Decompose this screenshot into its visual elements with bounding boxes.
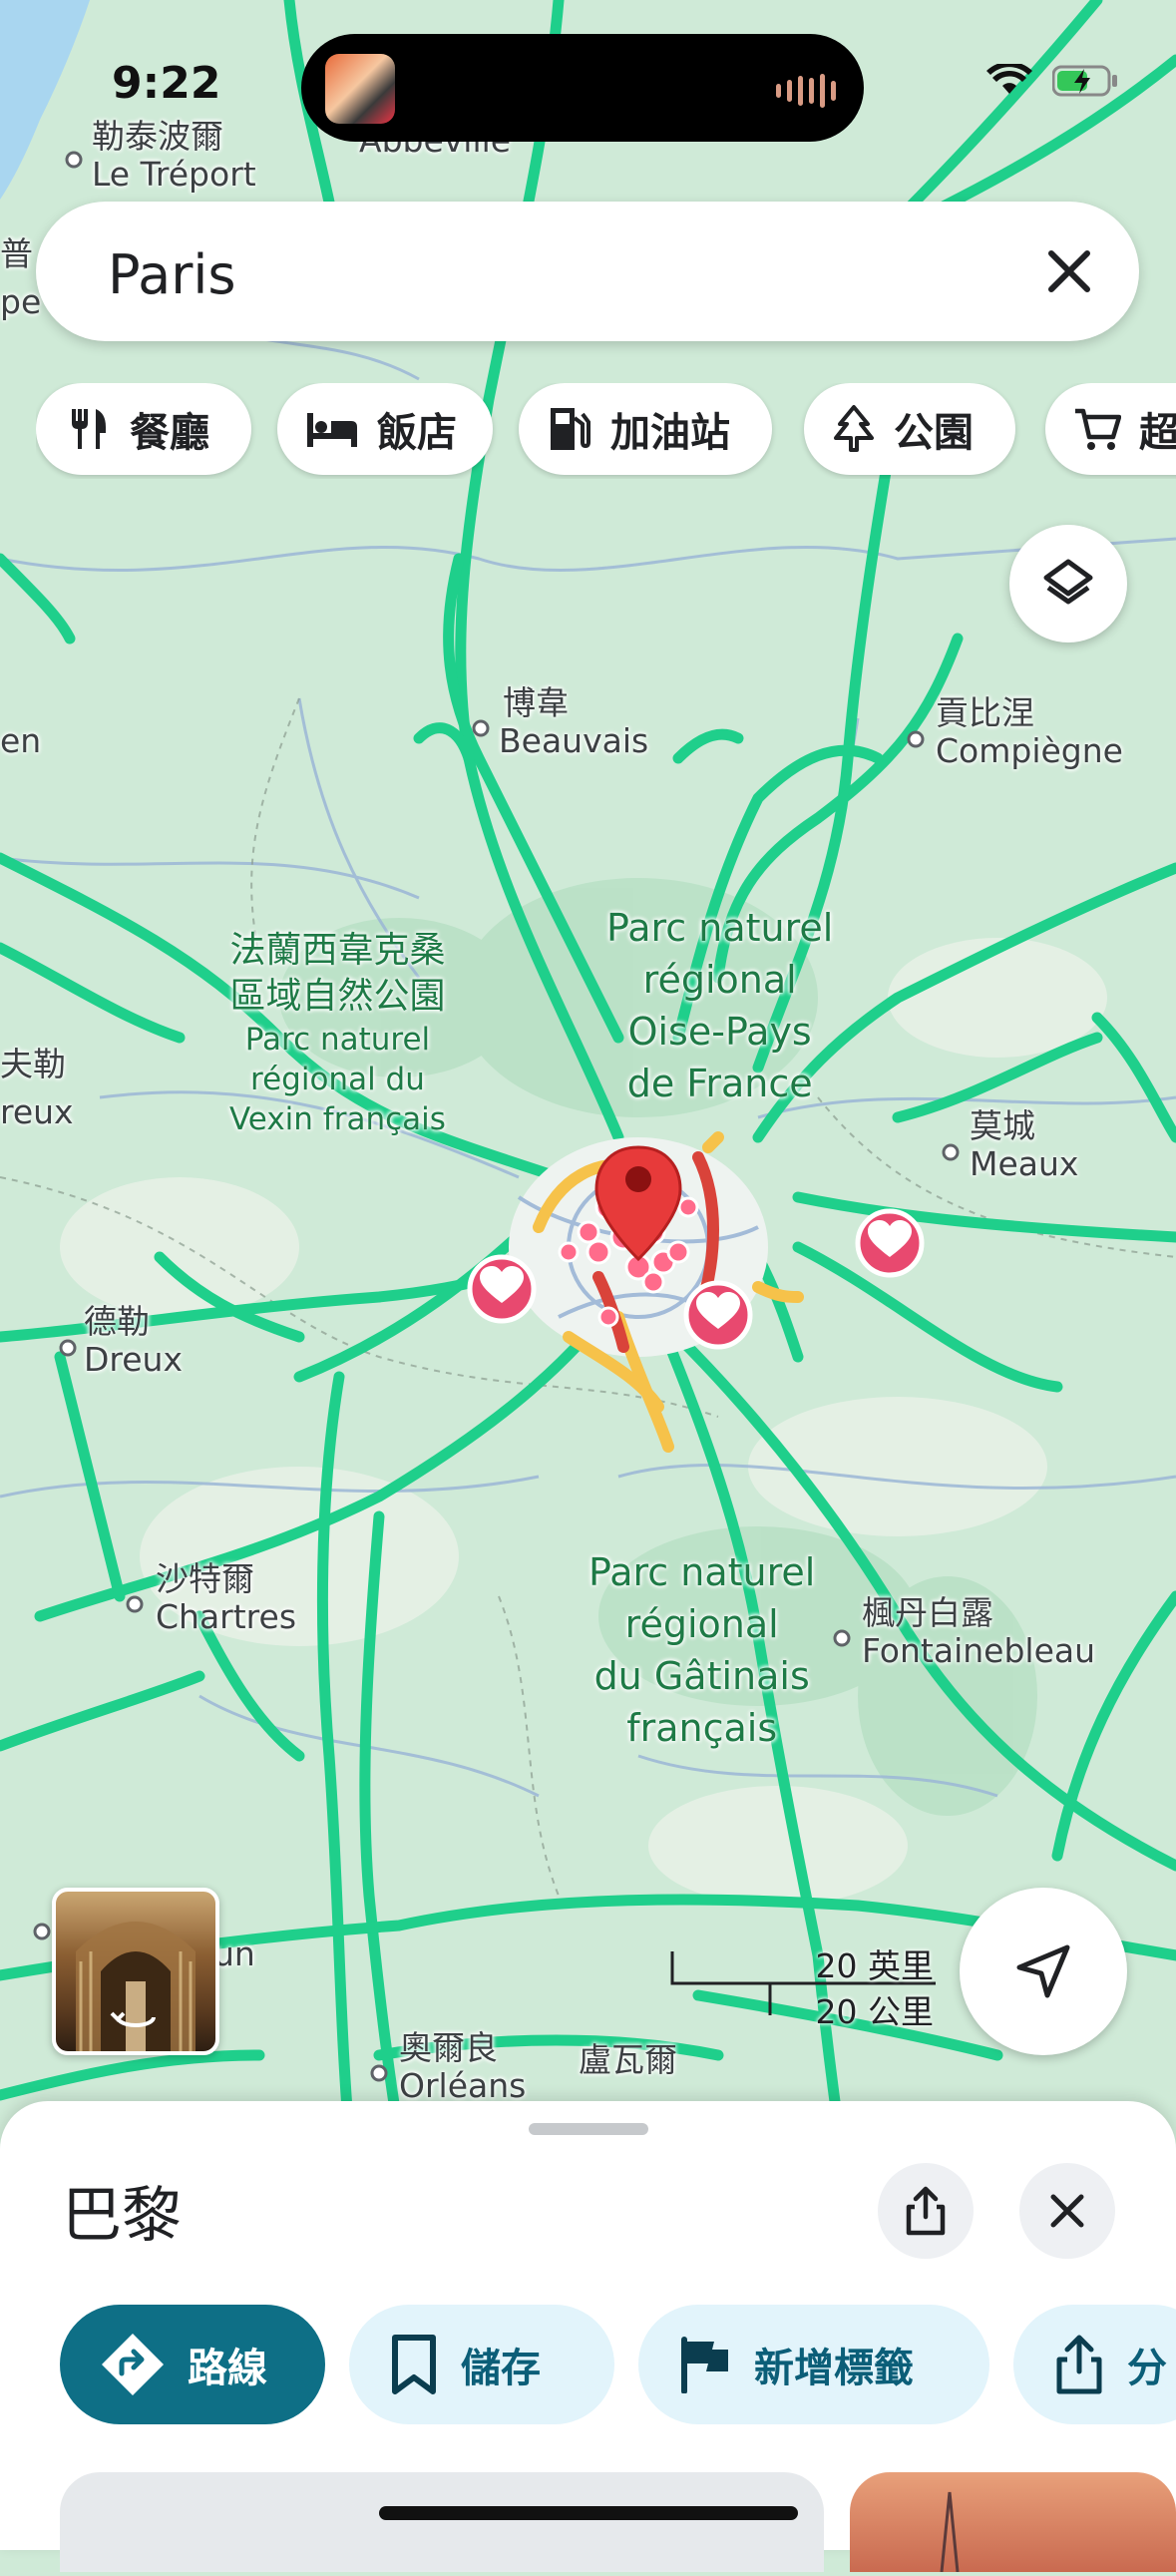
hotel-icon <box>307 413 357 447</box>
restaurant-icon <box>72 409 106 449</box>
chip-label: 加油站 <box>610 410 730 456</box>
eiffel-tower-photo <box>940 2491 960 2573</box>
category-chips: 餐廳 飯店 加油站 公園 超 <box>36 383 1176 479</box>
directions-button[interactable]: 路線 <box>60 2305 325 2424</box>
close-icon <box>1050 2194 1084 2228</box>
map-layers-button[interactable] <box>1009 525 1127 643</box>
action-label: 分 <box>1127 2346 1167 2391</box>
wifi-icon <box>986 64 1032 94</box>
status-time: 9:22 <box>112 58 221 109</box>
action-label: 新增標籤 <box>754 2346 914 2391</box>
chip-gas-stations[interactable]: 加油站 <box>519 383 772 475</box>
share-icon <box>906 2186 946 2236</box>
layers-icon <box>1043 559 1093 605</box>
chip-parks[interactable]: 公園 <box>804 383 1015 475</box>
chip-hotels[interactable]: 飯店 <box>277 383 493 475</box>
town-label-loire: 盧瓦爾 <box>579 2040 677 2079</box>
action-label: 路線 <box>188 2346 267 2391</box>
scale-imperial: 20 英里 <box>815 1946 934 1985</box>
edge-label-0: 普 <box>0 234 33 273</box>
share-action-button[interactable]: 分 <box>1013 2305 1176 2424</box>
navigation-arrow-icon <box>1016 1944 1070 1998</box>
save-button[interactable]: 儲存 <box>349 2305 614 2424</box>
home-indicator[interactable] <box>379 2506 798 2520</box>
chip-label: 飯店 <box>377 410 457 456</box>
audio-waveform-icon <box>776 74 836 108</box>
gas-station-icon <box>551 408 590 450</box>
scale-metric: 20 公里 <box>815 1992 934 2031</box>
chip-label: 超 <box>1139 410 1176 456</box>
sheet-grab-handle[interactable] <box>529 2123 648 2135</box>
street-view-thumbnail[interactable] <box>52 1888 219 2055</box>
dynamic-island[interactable] <box>301 34 864 142</box>
my-location-button[interactable] <box>960 1888 1127 2055</box>
battery-charging-icon <box>1052 65 1117 97</box>
town-label-beauvais: 博韋 Beauvais <box>499 683 649 760</box>
chip-label: 公園 <box>894 410 974 456</box>
directions-icon <box>102 2334 164 2395</box>
edge-label-1: pe <box>0 282 42 321</box>
edge-label-4: reux <box>0 1092 74 1131</box>
photo-card-eiffel[interactable] <box>850 2472 1176 2573</box>
search-query[interactable]: Paris <box>108 243 236 306</box>
park-label-gatinais: Parc naturel régional du Gâtinais frança… <box>588 1550 816 1750</box>
town-label-fontainebleau: 楓丹白露 Fontainebleau <box>862 1593 1096 1670</box>
town-label-meaux: 莫城 Meaux <box>970 1106 1079 1183</box>
action-label: 儲存 <box>461 2346 541 2391</box>
share-button[interactable] <box>878 2163 974 2259</box>
place-bottom-sheet[interactable]: 巴黎 路線 儲存 新增標籤 分 <box>0 2101 1176 2573</box>
park-icon <box>834 405 874 452</box>
edge-label-3: 夫勒 <box>0 1045 66 1083</box>
map-scale-bar: 20 英里 20 公里 <box>670 1941 940 2031</box>
status-icons <box>986 64 1118 98</box>
chip-label: 餐廳 <box>130 410 209 456</box>
chip-supermarkets[interactable]: 超 <box>1045 383 1176 475</box>
park-label-vexin: 法蘭西韋克桑 區域自然公園 Parc naturel régional du V… <box>229 930 446 1137</box>
place-title: 巴黎 <box>62 2181 182 2251</box>
edge-label-5: un <box>213 1934 255 1973</box>
town-label-orleans: 奧爾良 Orléans <box>399 2028 527 2105</box>
add-label-button[interactable]: 新增標籤 <box>638 2305 989 2424</box>
edge-label-2: en <box>0 721 42 760</box>
flag-icon <box>681 2337 728 2393</box>
town-label-dreux: 德勒 Dreux <box>84 1302 183 1379</box>
search-bar[interactable]: Paris <box>36 202 1139 341</box>
photo-card-placeholder[interactable] <box>60 2472 824 2572</box>
share-action-icon <box>1056 2335 1102 2394</box>
now-playing-artwork <box>325 54 395 124</box>
close-sheet-button[interactable] <box>1019 2163 1115 2259</box>
bookmark-icon <box>392 2335 436 2394</box>
chip-restaurants[interactable]: 餐廳 <box>36 383 251 475</box>
shopping-cart-icon <box>1075 408 1121 450</box>
clear-search-icon[interactable] <box>1041 243 1097 299</box>
street-view-image <box>76 1922 196 2051</box>
park-label-oise-pays-de-france: Parc naturel régional Oise-Pays de Franc… <box>606 906 834 1105</box>
status-bar: 9:22 <box>0 0 1176 142</box>
town-label-chartres: 沙特爾 Chartres <box>156 1559 297 1636</box>
town-label-compiegne: 貢比涅 Compiègne <box>936 693 1123 770</box>
